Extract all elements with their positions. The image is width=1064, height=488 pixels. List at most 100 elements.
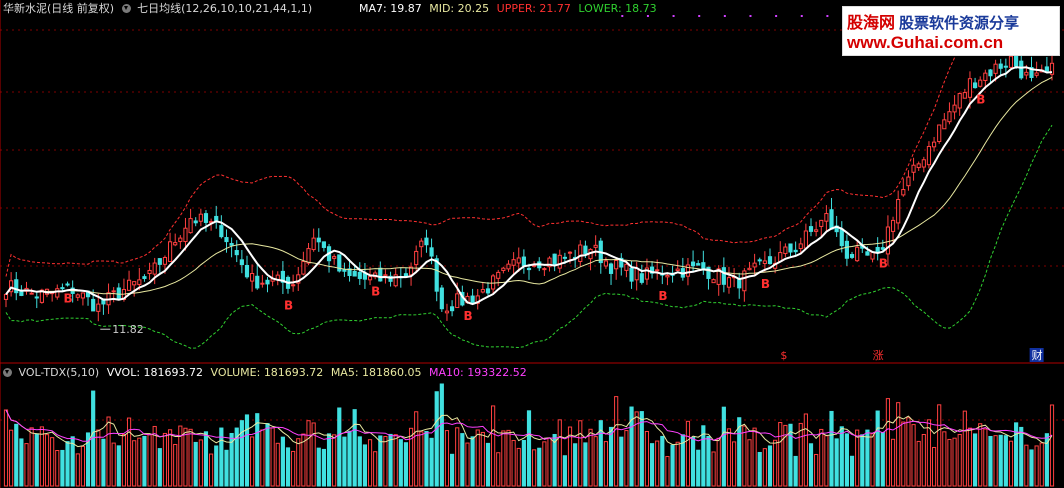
volume-bar [403,442,409,487]
candle-body [978,79,983,87]
volume-bar [655,440,660,487]
ma7-value: 19.87 [390,2,422,15]
mid-value: 20.25 [457,2,490,15]
candle-body [444,310,450,314]
volume-bar [521,439,526,487]
indicator-name: 七日均线(12,26,10,10,21,44,1,1) [137,2,313,15]
volume-bar [429,437,434,487]
top-dot [698,15,701,17]
candle-body [937,124,942,143]
candle-body [234,250,239,256]
volume-bar [511,439,516,487]
volume-header: VOL-TDX(5,10) VVOL: 181693.72 VOLUME: 18… [3,366,527,380]
volume-bar [573,443,578,487]
candle-body [737,278,742,289]
candle-body [983,72,988,81]
indicator-select-icon[interactable] [121,4,131,13]
top-dot [672,15,675,17]
candle-body [911,164,916,173]
volume-bar [526,410,532,487]
volume-bar [557,419,562,487]
volume-bar [911,424,916,487]
volume-bar [885,398,891,487]
volume-bar [880,432,885,487]
candle-body [788,243,793,253]
upper-label: UPPER: [496,2,540,15]
candle-body [634,268,639,281]
volume-bar [998,434,1003,487]
volume-bar [1029,449,1034,487]
candle-body [455,293,460,309]
candle-body [126,279,132,291]
volume-value: 181693.72 [263,366,324,379]
volume-bar [732,441,737,487]
volume-indicator-select-icon[interactable] [3,368,12,377]
volume-label: VOLUME: [210,366,264,379]
candle-body [198,213,203,222]
candle-body [342,269,347,272]
buy-signal-1: B [284,299,293,313]
candle-body [219,225,224,238]
volume-bar [834,438,839,487]
volume-bar [757,451,762,487]
candle-body [783,246,788,255]
candle-body [998,63,1003,69]
candle-body [332,256,337,259]
lower-band-line [5,124,1053,349]
volume-bar [101,438,106,487]
volume-bar [742,425,747,487]
candle-body [55,288,60,298]
watermark-url: www.Guhai.com.cn [847,33,1004,52]
volume-bar [1034,445,1039,487]
volume-bar [132,440,137,487]
candle-body [747,267,752,271]
candle-body [675,268,680,272]
volume-bar [414,411,419,487]
candle-body [1024,71,1029,76]
candle-body [183,227,188,243]
moving-average-lines: 11.82 [5,66,1053,336]
candle-body [926,146,932,166]
candle-body [855,246,860,262]
candle-body [962,92,967,99]
lower-value: 18.73 [625,2,657,15]
candle-body [178,237,183,243]
candle-body [542,268,547,271]
candle-body [75,294,80,298]
volume-bar [537,447,542,487]
candle-body [224,237,229,243]
candle-body [203,213,209,223]
volume-bar [255,413,260,487]
volume-bar [296,438,301,487]
volume-bar [819,428,824,487]
candle-body [1019,60,1024,79]
price-header: 华新水泥(日线 前复权) 七日均线(12,26,10,10,21,44,1,1) [3,2,312,16]
volume-bar [829,410,834,487]
candle-body [752,262,757,268]
volume-bar [398,439,403,487]
volume-bar [844,433,849,487]
candle-body [655,269,660,272]
candle-body [526,267,532,271]
volume-bar [957,433,962,487]
candle-body [726,277,732,288]
volume-bar [901,421,906,487]
candle-body [808,226,814,232]
candle-body [880,247,885,250]
candle-body [942,119,947,130]
candle-body [593,244,598,248]
candle-body [383,274,388,277]
volume-bar [367,439,373,487]
volume-bar [608,426,614,487]
watermark-line1: 股海网 股票软件资源分享 [847,9,1019,33]
volume-bar [388,433,393,487]
candle-body [839,228,844,247]
volume-bar [470,436,475,487]
volume-bar [896,402,901,487]
volume-bar [29,427,34,487]
volume-bar [690,436,696,487]
volume-bar [147,434,152,487]
candle-body [967,78,973,98]
candle-body [116,287,121,299]
buy-signal-3: B [463,309,472,323]
